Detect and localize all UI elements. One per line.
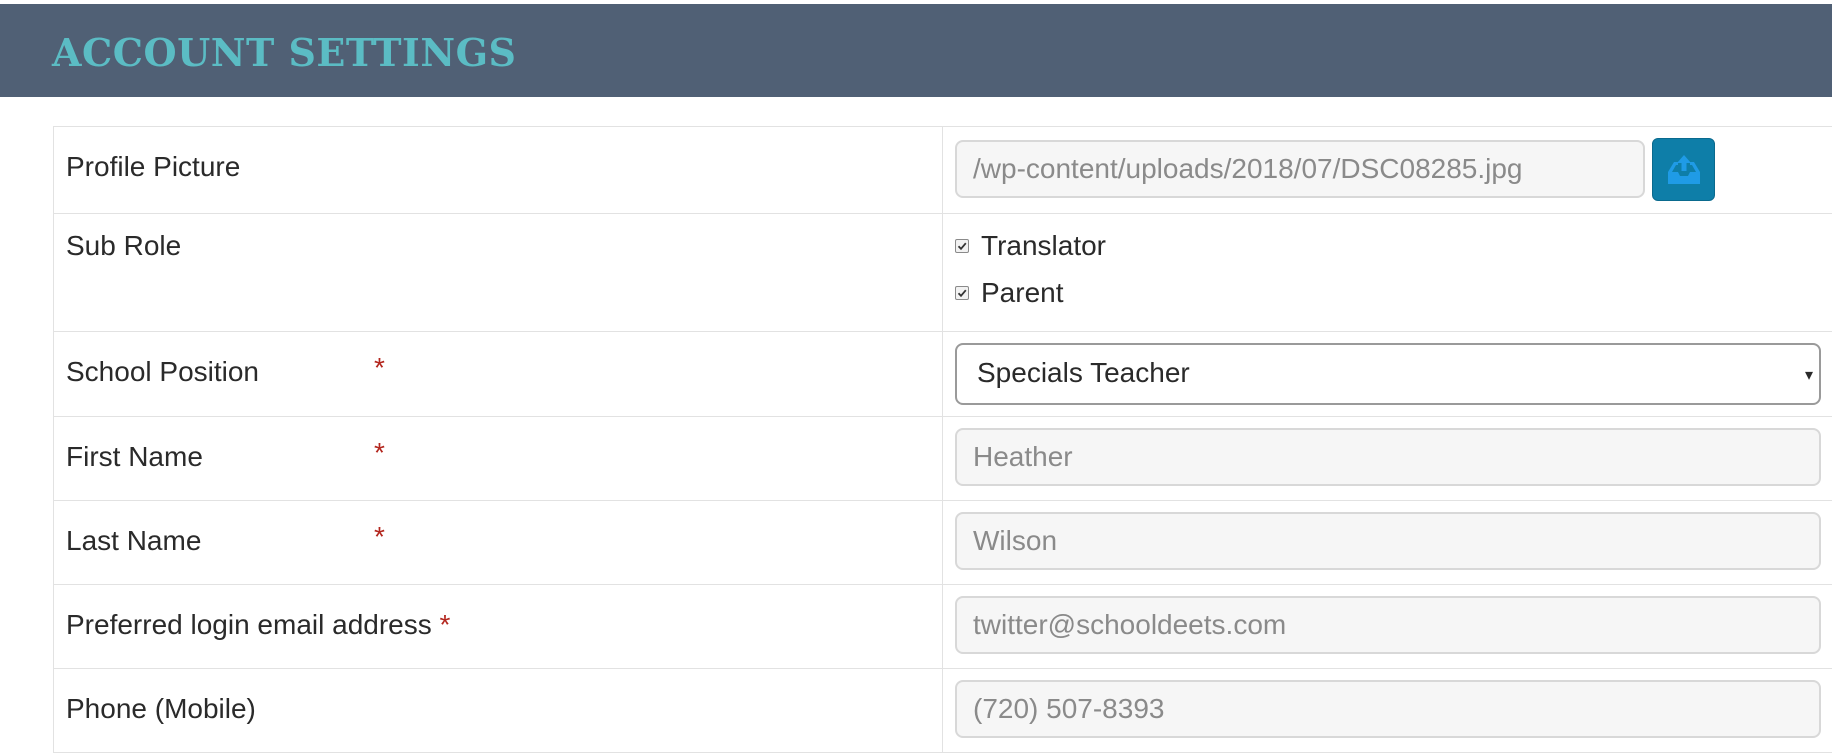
phone-field[interactable] bbox=[955, 680, 1821, 738]
field-cell bbox=[943, 585, 1832, 668]
label-cell: Profile Picture bbox=[54, 127, 943, 213]
school-position-select[interactable]: Specials Teacher ▾ bbox=[955, 343, 1821, 405]
required-indicator: * bbox=[374, 521, 385, 552]
email-label-text: Preferred login email address bbox=[66, 609, 432, 640]
row-email: Preferred login email address * bbox=[54, 585, 1832, 669]
profile-picture-label: Profile Picture bbox=[66, 151, 241, 182]
page-header: ACCOUNT SETTINGS bbox=[0, 4, 1832, 97]
checkbox-translator[interactable] bbox=[955, 239, 969, 253]
profile-picture-path-input[interactable] bbox=[955, 140, 1645, 198]
row-phone: Phone (Mobile) bbox=[54, 669, 1832, 753]
email-field[interactable] bbox=[955, 596, 1821, 654]
checkmark-icon bbox=[957, 242, 967, 251]
sub-role-label: Sub Role bbox=[66, 230, 182, 261]
phone-label: Phone (Mobile) bbox=[66, 693, 256, 724]
account-settings-form: Profile Picture Sub Role bbox=[53, 126, 1832, 753]
upload-button[interactable] bbox=[1652, 138, 1715, 201]
sub-role-option-parent[interactable]: Parent bbox=[955, 277, 1064, 309]
last-name-label: Last Name bbox=[66, 525, 202, 556]
school-position-selected-value: Specials Teacher bbox=[977, 357, 1190, 388]
label-cell: Phone (Mobile) bbox=[54, 669, 943, 752]
label-cell: Last Name * bbox=[54, 501, 943, 584]
last-name-input[interactable] bbox=[955, 512, 1821, 570]
sub-role-option-translator[interactable]: Translator bbox=[955, 230, 1106, 262]
label-cell: Sub Role bbox=[54, 214, 943, 331]
field-cell bbox=[943, 127, 1832, 213]
field-cell: Translator Parent bbox=[943, 214, 1832, 331]
chevron-down-icon: ▾ bbox=[1804, 367, 1813, 384]
required-indicator: * bbox=[374, 437, 385, 468]
page-title: ACCOUNT SETTINGS bbox=[52, 30, 517, 75]
row-school-position: School Position * Specials Teacher ▾ bbox=[54, 332, 1832, 417]
required-indicator: * bbox=[439, 609, 451, 640]
school-position-label: School Position bbox=[66, 356, 260, 387]
label-cell: First Name * bbox=[54, 417, 943, 500]
first-name-input[interactable] bbox=[955, 428, 1821, 486]
email-label: Preferred login email address * bbox=[66, 609, 450, 641]
field-cell bbox=[943, 669, 1832, 752]
row-profile-picture: Profile Picture bbox=[54, 127, 1832, 214]
row-first-name: First Name * bbox=[54, 417, 1832, 501]
required-indicator: * bbox=[374, 352, 385, 383]
translator-label: Translator bbox=[981, 230, 1107, 261]
upload-tray-icon bbox=[1667, 154, 1700, 184]
label-cell: Preferred login email address * bbox=[54, 585, 943, 668]
row-last-name: Last Name * bbox=[54, 501, 1832, 585]
checkmark-icon bbox=[957, 289, 967, 298]
field-cell: Specials Teacher ▾ bbox=[943, 332, 1832, 416]
parent-label: Parent bbox=[981, 277, 1064, 308]
first-name-label: First Name bbox=[66, 441, 203, 472]
row-sub-role: Sub Role Translator Parent bbox=[54, 214, 1832, 332]
checkbox-parent[interactable] bbox=[955, 286, 969, 300]
field-cell bbox=[943, 501, 1832, 584]
label-cell: School Position * bbox=[54, 332, 943, 416]
field-cell bbox=[943, 417, 1832, 500]
